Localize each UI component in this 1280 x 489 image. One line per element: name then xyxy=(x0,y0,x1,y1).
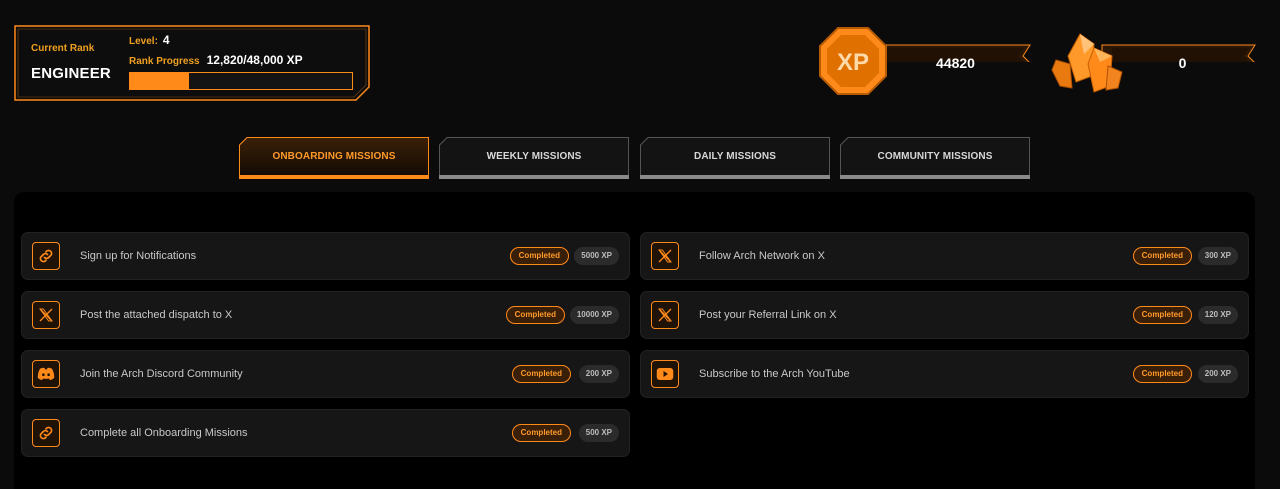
completed-badge: Completed xyxy=(1132,365,1192,383)
completed-badge: Completed xyxy=(505,306,565,324)
link-icon xyxy=(32,419,60,447)
tab-daily-label: DAILY MISSIONS xyxy=(694,151,776,162)
x-logo-icon xyxy=(651,242,679,270)
mission-title: Post your Referral Link on X xyxy=(699,309,837,321)
tab-community-label: COMMUNITY MISSIONS xyxy=(877,151,993,162)
mission-complete-onboarding[interactable]: Complete all Onboarding Missions Complet… xyxy=(21,409,630,457)
discord-icon xyxy=(32,360,60,388)
rank-card: Current Rank ENGINEER Level: 4 Rank Progr… xyxy=(14,25,370,101)
completed-badge: Completed xyxy=(509,247,569,265)
completed-badge: Completed xyxy=(1132,306,1192,324)
tab-daily-missions[interactable]: DAILY MISSIONS xyxy=(640,137,830,179)
mission-subscribe-youtube[interactable]: Subscribe to the Arch YouTube Completed … xyxy=(640,350,1249,398)
mission-follow-arch-x[interactable]: Follow Arch Network on X Completed 300 X… xyxy=(640,232,1249,280)
current-rank-label: Current Rank xyxy=(31,43,95,54)
progress-label: Rank Progress xyxy=(129,56,200,67)
tab-community-missions[interactable]: COMMUNITY MISSIONS xyxy=(840,137,1030,179)
xp-coin-text: XP xyxy=(837,49,869,76)
xp-balance: XP 44820 xyxy=(818,26,1033,95)
xp-reward-badge: 300 XP xyxy=(1197,247,1238,265)
link-icon xyxy=(32,242,60,270)
xp-reward-badge: 500 XP xyxy=(578,424,619,442)
completed-badge: Completed xyxy=(511,365,571,383)
completed-badge: Completed xyxy=(1132,247,1192,265)
tab-weekly-missions[interactable]: WEEKLY MISSIONS xyxy=(439,137,629,179)
rank-name: ENGINEER xyxy=(31,65,111,82)
x-logo-icon xyxy=(32,301,60,329)
mission-title: Complete all Onboarding Missions xyxy=(80,427,248,439)
xp-reward-badge: 120 XP xyxy=(1197,306,1238,324)
progress-row: Rank Progress 12,820/48,000 XP xyxy=(129,53,303,67)
tab-onboarding-missions[interactable]: ONBOARDING MISSIONS xyxy=(239,137,429,179)
gem-crystal-icon xyxy=(1051,33,1123,93)
x-logo-icon xyxy=(651,301,679,329)
youtube-icon xyxy=(651,360,679,388)
completed-badge: Completed xyxy=(511,424,571,442)
level-row: Level: 4 xyxy=(129,33,170,47)
rank-progress-bar xyxy=(129,72,353,90)
xp-reward-badge: 200 XP xyxy=(1197,365,1238,383)
xp-coin-icon: XP xyxy=(819,27,887,95)
level-label: Level: xyxy=(129,36,158,47)
mission-post-referral-x[interactable]: Post your Referral Link on X Completed 1… xyxy=(640,291,1249,339)
mission-title: Follow Arch Network on X xyxy=(699,250,825,262)
mission-title: Post the attached dispatch to X xyxy=(80,309,233,321)
rank-progress-fill xyxy=(130,73,190,89)
gems-balance: 0 xyxy=(1050,26,1257,93)
mission-join-discord[interactable]: Join the Arch Discord Community Complete… xyxy=(21,350,630,398)
level-value: 4 xyxy=(162,33,170,47)
xp-reward-badge: 10000 XP xyxy=(569,306,619,324)
progress-value: 12,820/48,000 XP xyxy=(206,53,303,67)
gems-value: 0 xyxy=(1178,55,1187,71)
mission-sign-up-notifications[interactable]: Sign up for Notifications Completed 5000… xyxy=(21,232,630,280)
mission-title: Subscribe to the Arch YouTube xyxy=(699,368,850,380)
mission-title: Sign up for Notifications xyxy=(80,250,197,262)
mission-post-dispatch-x[interactable]: Post the attached dispatch to X Complete… xyxy=(21,291,630,339)
xp-reward-badge: 5000 XP xyxy=(574,247,619,265)
xp-reward-badge: 200 XP xyxy=(578,365,619,383)
tab-weekly-label: WEEKLY MISSIONS xyxy=(486,151,582,162)
mission-title: Join the Arch Discord Community xyxy=(80,368,243,380)
xp-value: 44820 xyxy=(936,55,975,71)
tab-onboarding-label: ONBOARDING MISSIONS xyxy=(272,151,396,162)
